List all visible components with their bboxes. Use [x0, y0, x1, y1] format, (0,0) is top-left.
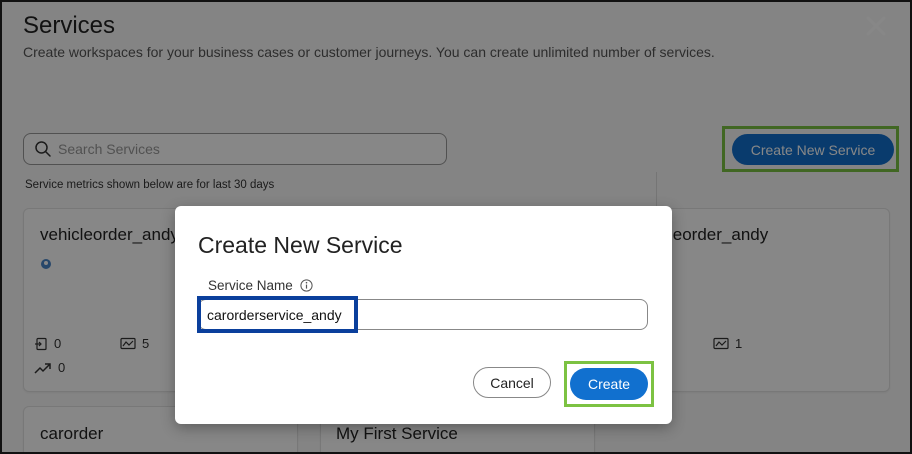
create-new-service-dialog: Create New Service Service Name Cancel C… — [175, 206, 672, 424]
dialog-title: Create New Service — [198, 232, 403, 258]
info-icon[interactable] — [300, 279, 313, 292]
service-name-label-text: Service Name — [208, 278, 293, 293]
services-page: Services Create workspaces for your busi… — [0, 0, 912, 454]
service-name-input[interactable] — [198, 299, 648, 330]
create-button-highlight: Create — [564, 361, 654, 407]
cancel-button[interactable]: Cancel — [473, 367, 551, 398]
create-button[interactable]: Create — [570, 368, 648, 400]
service-name-label: Service Name — [208, 278, 313, 293]
